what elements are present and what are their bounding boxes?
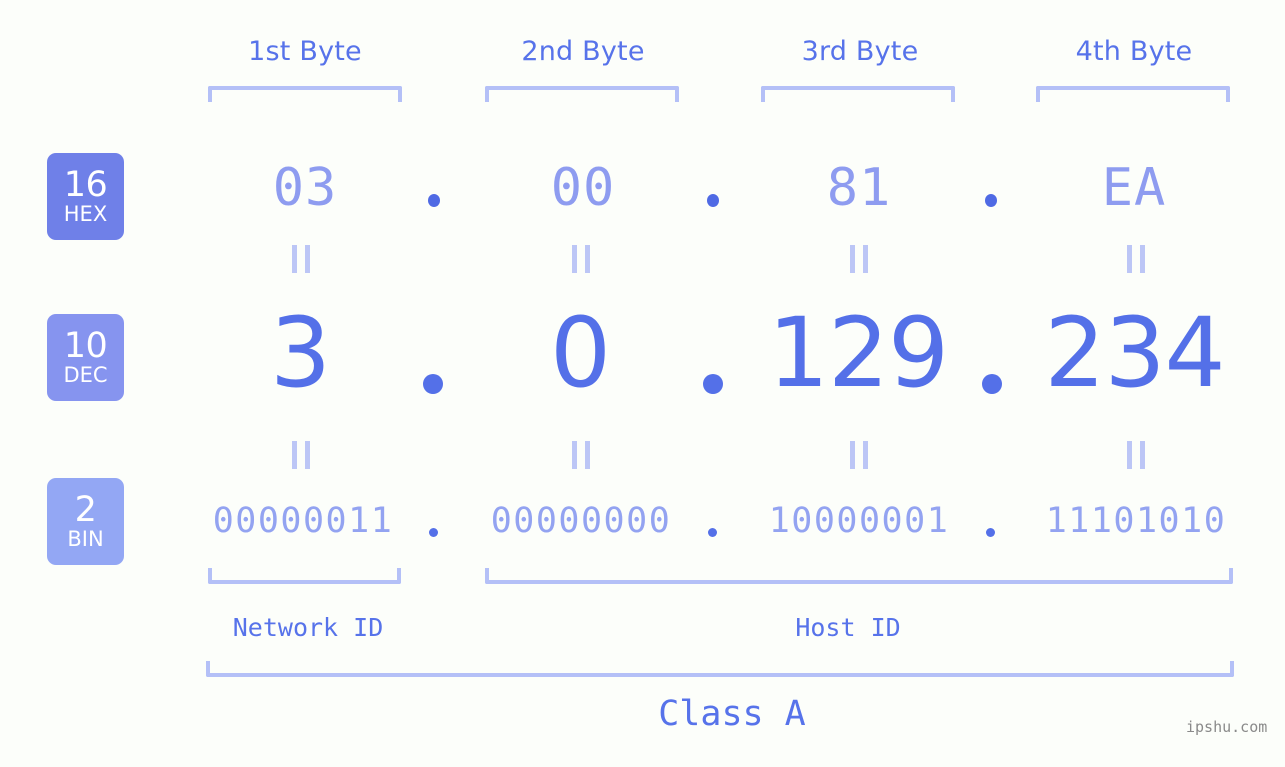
bin-separator-dot-1 (429, 528, 438, 537)
equals-mark-dec-bin-2 (572, 441, 590, 469)
equals-mark-dec-bin-4 (1127, 441, 1145, 469)
ip-address-diagram: 1st Byte 2nd Byte 3rd Byte 4th Byte 16 H… (0, 0, 1285, 767)
bin-separator-dot-3 (986, 528, 995, 537)
byte-bracket-2 (485, 86, 679, 102)
equals-mark-hex-dec-1 (292, 245, 310, 273)
bin-separator-dot-2 (708, 528, 717, 537)
equals-mark-dec-bin-1 (292, 441, 310, 469)
base-badge-hex: 16 HEX (47, 153, 124, 240)
byte-header-label-2: 2nd Byte (521, 36, 645, 67)
dec-separator-dot-1 (423, 374, 443, 394)
host-id-label: Host ID (795, 613, 901, 642)
dec-byte-2: 0 (549, 297, 611, 409)
dec-byte-3: 129 (767, 297, 949, 409)
byte-header-label-4: 4th Byte (1075, 36, 1193, 67)
byte-bracket-3 (761, 86, 955, 102)
bin-byte-3: 10000001 (768, 501, 950, 541)
base-badge-hex-abbr: HEX (63, 202, 108, 226)
hex-byte-1: 03 (272, 158, 338, 218)
hex-byte-3: 81 (826, 158, 892, 218)
class-bracket (206, 661, 1234, 677)
dec-separator-dot-2 (703, 374, 723, 394)
hex-byte-2: 00 (550, 158, 616, 218)
base-badge-bin-number: 2 (74, 490, 97, 530)
network-id-bracket (208, 568, 401, 584)
equals-mark-hex-dec-3 (850, 245, 868, 273)
byte-header-label-1: 1st Byte (248, 36, 362, 67)
equals-mark-dec-bin-3 (850, 441, 868, 469)
base-badge-bin: 2 BIN (47, 478, 124, 565)
hex-separator-dot-1 (428, 194, 440, 207)
byte-bracket-1 (208, 86, 402, 102)
byte-bracket-4 (1036, 86, 1230, 102)
base-badge-dec-abbr: DEC (63, 363, 108, 387)
hex-separator-dot-2 (707, 194, 719, 207)
bin-byte-1: 00000011 (212, 501, 394, 541)
hex-separator-dot-3 (985, 194, 997, 207)
base-badge-dec-number: 10 (63, 326, 108, 366)
hex-byte-4: EA (1101, 158, 1167, 218)
dec-byte-4: 234 (1044, 297, 1225, 409)
byte-header-label-3: 3rd Byte (801, 36, 919, 67)
dec-separator-dot-3 (982, 374, 1002, 394)
base-badge-hex-number: 16 (63, 165, 108, 205)
network-id-label: Network ID (232, 613, 384, 642)
equals-mark-hex-dec-4 (1127, 245, 1145, 273)
equals-mark-hex-dec-2 (572, 245, 590, 273)
class-label: Class A (658, 694, 806, 734)
bin-byte-4: 11101010 (1045, 501, 1227, 541)
watermark: ipshu.com (1186, 718, 1268, 736)
dec-byte-1: 3 (269, 297, 331, 409)
bin-byte-2: 00000000 (490, 501, 672, 541)
base-badge-bin-abbr: BIN (67, 527, 104, 551)
base-badge-dec: 10 DEC (47, 314, 124, 401)
host-id-bracket (485, 568, 1233, 584)
